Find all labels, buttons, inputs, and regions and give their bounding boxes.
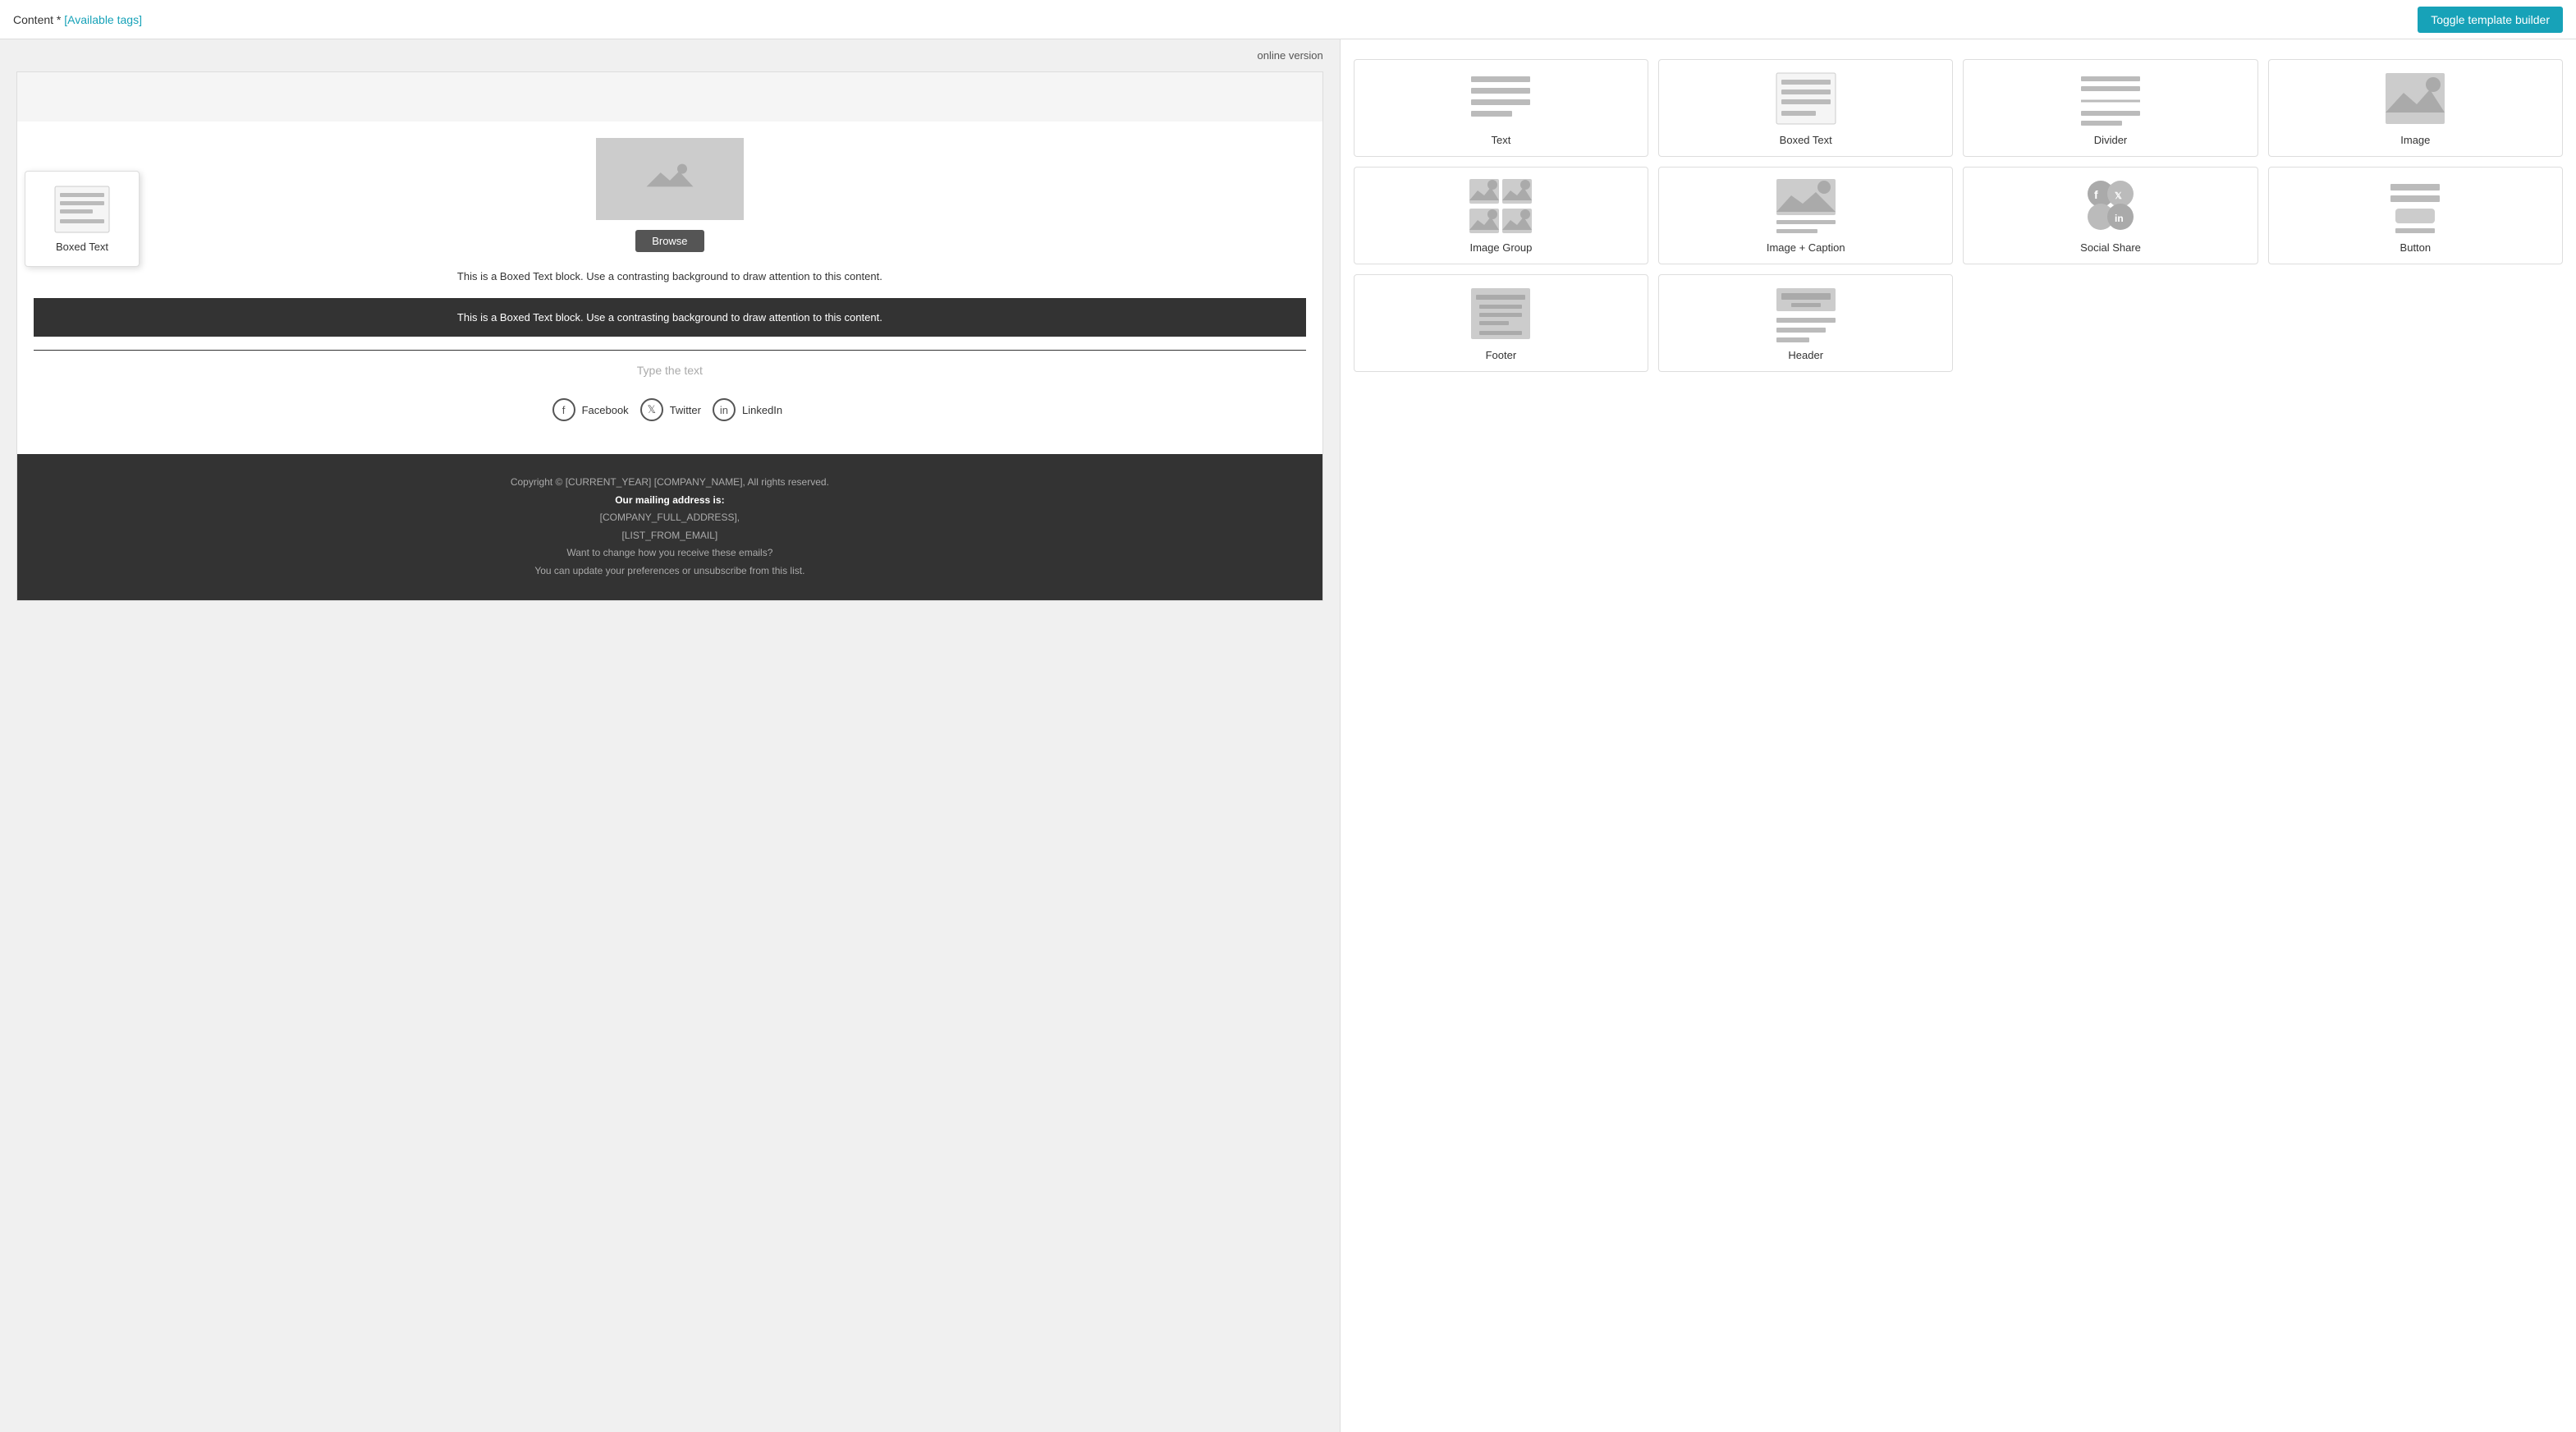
content-text: Content * — [13, 13, 61, 26]
template-block-divider[interactable]: Divider — [1963, 59, 2257, 157]
social-share-block-icon: f 𝕏 in — [2078, 177, 2143, 235]
image-group-block-icon — [1468, 177, 1533, 235]
left-panel: online version Browse This is a Boxed Te… — [0, 39, 1340, 1432]
footer-block-icon — [1468, 285, 1533, 342]
text-block-icon — [1468, 70, 1533, 127]
template-block-footer[interactable]: Footer — [1354, 274, 1648, 372]
image-block-icon — [2382, 70, 2448, 127]
template-block-social-share[interactable]: f 𝕏 in Social Share — [1963, 167, 2257, 264]
linkedin-label: LinkedIn — [742, 404, 782, 416]
template-block-image-group[interactable]: Image Group — [1354, 167, 1648, 264]
svg-text:𝕏: 𝕏 — [2115, 191, 2122, 201]
footer-unsubscribe-text: You can update your preferences or unsub… — [50, 562, 1290, 581]
twitter-icon: 𝕏 — [640, 398, 663, 421]
divider-block-label: Divider — [2094, 134, 2127, 146]
footer-email: [LIST_FROM_EMAIL] — [50, 527, 1290, 545]
linkedin-icon: in — [713, 398, 736, 421]
footer-section: Copyright © [CURRENT_YEAR] [COMPANY_NAME… — [17, 454, 1322, 600]
button-block-icon — [2382, 177, 2448, 235]
online-version-bar: online version — [0, 39, 1340, 71]
image-group-block-label: Image Group — [1469, 241, 1532, 254]
template-block-header[interactable]: Header — [1658, 274, 1953, 372]
top-bar: Content * [Available tags] Toggle templa… — [0, 0, 2576, 39]
footer-address: [COMPANY_FULL_ADDRESS], — [50, 509, 1290, 527]
text-block-label: Text — [1491, 134, 1510, 146]
footer-copyright: Copyright © [CURRENT_YEAR] [COMPANY_NAME… — [50, 474, 1290, 492]
template-block-image-caption[interactable]: Image + Caption — [1658, 167, 1953, 264]
image-caption-block-label: Image + Caption — [1767, 241, 1845, 254]
boxed-text-popup-icon — [53, 185, 111, 234]
button-block-label: Button — [2400, 241, 2432, 254]
boxed-text-block-label: Boxed Text — [1780, 134, 1832, 146]
divider-block-icon — [2078, 70, 2143, 127]
footer-mailing-label: Our mailing address is: — [615, 494, 724, 506]
boxed-text-dark: This is a Boxed Text block. Use a contra… — [34, 298, 1306, 337]
twitter-label: Twitter — [670, 404, 701, 416]
header-block-label: Header — [1788, 349, 1823, 361]
template-block-text[interactable]: Text — [1354, 59, 1648, 157]
email-body: Browse This is a Boxed Text block. Use a… — [17, 122, 1322, 454]
boxed-text-normal: This is a Boxed Text block. Use a contra… — [34, 268, 1306, 285]
popup-icon — [53, 185, 111, 234]
template-block-image[interactable]: Image — [2268, 59, 2563, 157]
footer-change-text: Want to change how you receive these ema… — [50, 544, 1290, 562]
toggle-template-builder-button[interactable]: Toggle template builder — [2418, 7, 2563, 33]
email-header-area — [17, 72, 1322, 122]
right-panel: Text Boxed Text — [1340, 39, 2576, 1432]
svg-text:in: in — [2115, 213, 2124, 224]
template-block-button[interactable]: Button — [2268, 167, 2563, 264]
image-placeholder — [596, 138, 744, 220]
type-text-placeholder: Type the text — [34, 364, 1306, 377]
divider-line — [34, 350, 1306, 351]
email-container: Browse This is a Boxed Text block. Use a… — [16, 71, 1323, 601]
image-block-label: Image — [2400, 134, 2430, 146]
popup-label: Boxed Text — [39, 241, 126, 253]
online-version-label: online version — [1258, 49, 1323, 62]
facebook-icon: f — [552, 398, 575, 421]
header-block-icon — [1773, 285, 1839, 342]
template-grid: Text Boxed Text — [1354, 53, 2563, 379]
svg-text:f: f — [2094, 188, 2098, 201]
available-tags-link[interactable]: [Available tags] — [64, 13, 142, 26]
template-block-boxed-text[interactable]: Boxed Text — [1658, 59, 1953, 157]
boxed-text-block-icon — [1773, 70, 1839, 127]
content-label: Content * [Available tags] — [13, 13, 142, 26]
social-share-block-label: Social Share — [2080, 241, 2141, 254]
image-caption-block-icon — [1773, 177, 1839, 235]
social-bar: f Facebook 𝕏 Twitter in LinkedIn — [34, 390, 1306, 438]
image-placeholder-icon — [645, 158, 694, 200]
facebook-label: Facebook — [582, 404, 629, 416]
footer-block-label: Footer — [1486, 349, 1517, 361]
floating-popup: Boxed Text — [25, 171, 140, 267]
main-layout: online version Browse This is a Boxed Te… — [0, 39, 2576, 1432]
browse-button[interactable]: Browse — [635, 230, 704, 252]
